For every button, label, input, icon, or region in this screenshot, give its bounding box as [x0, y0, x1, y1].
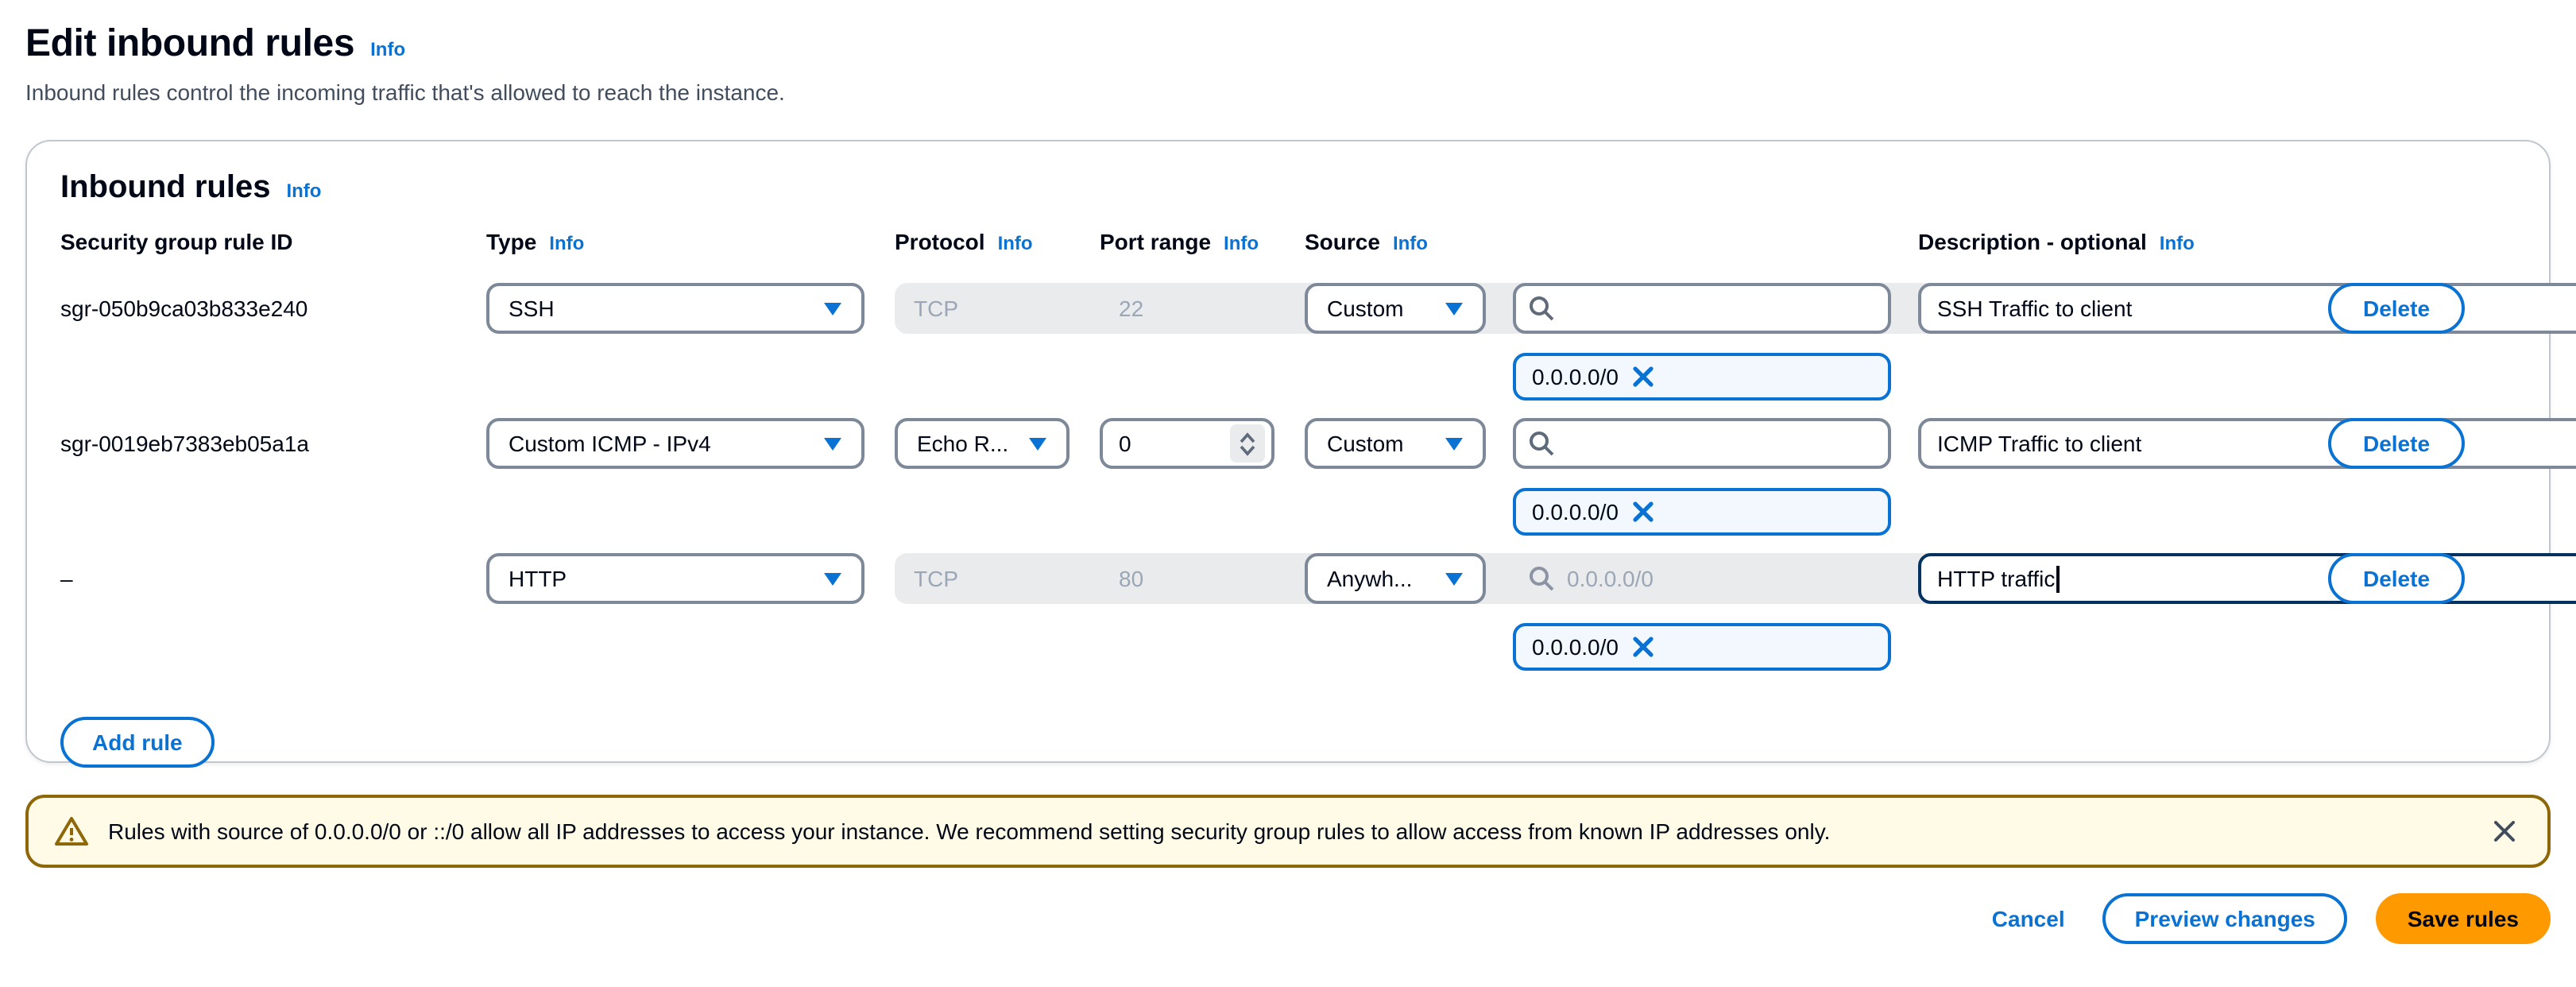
remove-cidr-icon[interactable]: [1631, 636, 1654, 658]
source-search-input[interactable]: [1513, 283, 1891, 334]
rule-id-text: –: [60, 553, 458, 604]
table-row: – HTTP Anywh... HTTP traffic: [60, 553, 2516, 604]
table-row: sgr-050b9ca03b833e240 SSH Custom Delete: [60, 283, 2516, 334]
col-header-protocol: ProtocolInfo: [895, 229, 1069, 254]
col-header-rule-id: Security group rule ID: [60, 229, 458, 254]
stepper-arrows-icon[interactable]: [1230, 424, 1265, 463]
search-icon: [1529, 431, 1554, 456]
type-select[interactable]: Custom ICMP - IPv4: [486, 418, 864, 469]
panel-info-link[interactable]: Info: [286, 180, 321, 202]
page-title: Edit inbound rules: [25, 22, 354, 67]
source-select[interactable]: Custom: [1305, 283, 1486, 334]
source-select[interactable]: Anywh...: [1305, 553, 1486, 604]
type-select[interactable]: HTTP: [486, 553, 864, 604]
inbound-rules-panel: Inbound rules Info Security group rule I…: [25, 140, 2551, 763]
search-icon: [1529, 566, 1554, 591]
page-info-link[interactable]: Info: [370, 38, 405, 60]
cidr-chip-row: 0.0.0.0/0: [60, 353, 2516, 401]
source-select[interactable]: Custom: [1305, 418, 1486, 469]
source-search-field: [1564, 564, 1875, 593]
col-header-description: Description - optionalInfo: [1918, 229, 2301, 254]
warning-message: Rules with source of 0.0.0.0/0 or ::/0 a…: [108, 819, 2468, 844]
rules-grid: Security group rule ID TypeInfo Protocol…: [60, 229, 2516, 768]
add-rule-button[interactable]: Add rule: [60, 717, 215, 768]
panel-title: Inbound rules: [60, 170, 270, 207]
description-info-link[interactable]: Info: [2160, 232, 2195, 254]
search-icon: [1529, 296, 1554, 321]
footer-actions: Cancel Preview changes Save rules: [25, 893, 2551, 944]
cidr-chip: 0.0.0.0/0: [1513, 488, 1891, 536]
protocol-select[interactable]: Echo R...: [895, 418, 1069, 469]
close-icon[interactable]: [2487, 814, 2522, 849]
dropdown-caret-icon: [823, 301, 842, 315]
cidr-chip: 0.0.0.0/0: [1513, 353, 1891, 401]
warning-banner: Rules with source of 0.0.0.0/0 or ::/0 a…: [25, 795, 2551, 868]
text-cursor: [2056, 565, 2059, 592]
description-input[interactable]: [1918, 418, 2576, 469]
page-header: Edit inbound rules Info Inbound rules co…: [0, 0, 2576, 105]
col-header-port-range: Port rangeInfo: [1100, 229, 1274, 254]
preview-changes-button[interactable]: Preview changes: [2103, 893, 2347, 944]
source-search-field[interactable]: [1564, 294, 1875, 323]
source-search-input[interactable]: [1513, 418, 1891, 469]
edit-inbound-rules-page: Edit inbound rules Info Inbound rules co…: [0, 0, 2576, 987]
table-row: sgr-0019eb7383eb05a1a Custom ICMP - IPv4…: [60, 418, 2516, 469]
col-header-type: TypeInfo: [486, 229, 864, 254]
column-header-row: Security group rule ID TypeInfo Protocol…: [60, 229, 2516, 261]
port-range-stepper[interactable]: 0: [1100, 418, 1274, 469]
description-input-focused[interactable]: HTTP traffic: [1918, 553, 2576, 604]
warning-triangle-icon: [54, 815, 89, 847]
delete-button[interactable]: Delete: [2328, 553, 2465, 604]
cidr-chip-row: 0.0.0.0/0: [60, 488, 2516, 536]
type-info-link[interactable]: Info: [549, 232, 584, 254]
type-select[interactable]: SSH: [486, 283, 864, 334]
cancel-button[interactable]: Cancel: [1982, 906, 2075, 931]
delete-button[interactable]: Delete: [2328, 283, 2465, 334]
dropdown-caret-icon: [1445, 301, 1464, 315]
save-rules-button[interactable]: Save rules: [2376, 893, 2551, 944]
remove-cidr-icon[interactable]: [1631, 501, 1654, 523]
remove-cidr-icon[interactable]: [1631, 366, 1654, 388]
port-range-info-link[interactable]: Info: [1224, 232, 1259, 254]
source-search-input: [1513, 553, 1891, 604]
delete-button[interactable]: Delete: [2328, 418, 2465, 469]
cidr-chip: 0.0.0.0/0: [1513, 623, 1891, 671]
dropdown-caret-icon: [823, 436, 842, 451]
description-input[interactable]: [1918, 283, 2576, 334]
source-search-field[interactable]: [1564, 429, 1875, 458]
dropdown-caret-icon: [1028, 436, 1047, 451]
protocol-info-link[interactable]: Info: [998, 232, 1033, 254]
source-info-link[interactable]: Info: [1393, 232, 1428, 254]
dropdown-caret-icon: [823, 571, 842, 586]
page-subtitle: Inbound rules control the incoming traff…: [25, 79, 2551, 105]
cidr-chip-row: 0.0.0.0/0: [60, 623, 2516, 671]
dropdown-caret-icon: [1445, 436, 1464, 451]
rule-id-text: sgr-0019eb7383eb05a1a: [60, 418, 458, 469]
dropdown-caret-icon: [1445, 571, 1464, 586]
col-header-source: SourceInfo: [1305, 229, 1486, 254]
rule-id-text: sgr-050b9ca03b833e240: [60, 283, 458, 334]
